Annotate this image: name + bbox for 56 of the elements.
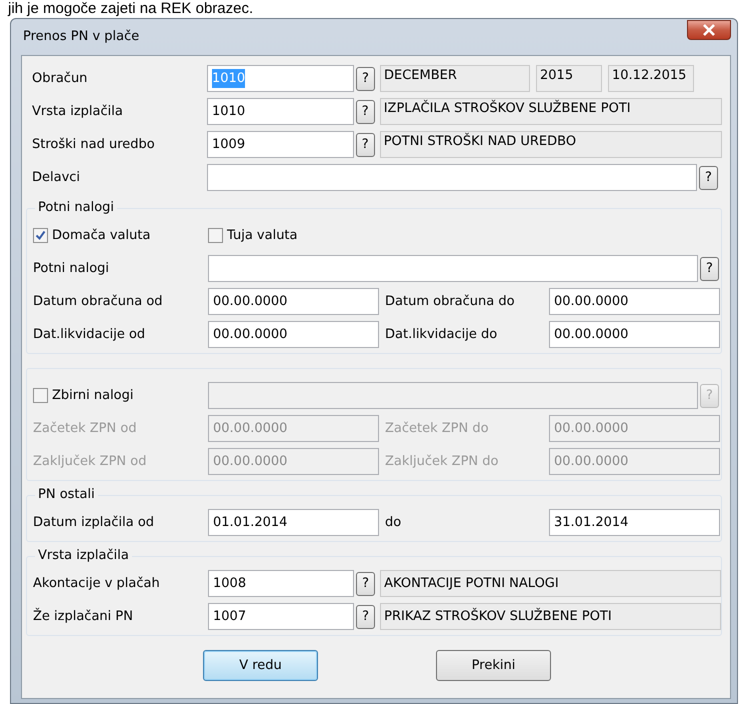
info-field: POTNI STROŠKI NAD UREDBO <box>380 131 722 158</box>
checkbox[interactable] <box>33 228 48 243</box>
field-label: Zaključek ZPN do <box>384 452 500 471</box>
dialog-button[interactable]: V redu <box>203 650 318 681</box>
input-field[interactable]: 31.01.2014 <box>549 509 720 536</box>
field-label: Datum obračuna do <box>384 292 516 311</box>
info-field: DECEMBER <box>380 65 530 92</box>
info-field: IZPLAČILA STROŠKOV SLUŽBENE POTI <box>380 98 722 125</box>
checkbox-label: Zbirni nalogi <box>52 386 134 405</box>
close-button[interactable] <box>687 20 731 40</box>
input-field[interactable]: 00.00.0000 <box>549 321 720 348</box>
dialog-button[interactable]: Prekini <box>436 650 551 681</box>
info-field: 10.12.2015 <box>608 65 694 92</box>
input-field[interactable]: 1008 <box>208 570 354 597</box>
group-title: Vrsta izplačila <box>35 547 132 565</box>
field-label: Dat.likvidacije od <box>33 326 146 344</box>
lookup-button[interactable]: ? <box>356 604 376 628</box>
lookup-button[interactable]: ? <box>356 132 375 156</box>
field-label: Obračun <box>32 70 88 88</box>
field-label: Začetek ZPN od <box>33 420 138 438</box>
info-field: AKONTACIJE POTNI NALOGI <box>380 570 721 597</box>
input-field[interactable]: 1009 <box>207 131 354 158</box>
page-text: jih je mogoče zajeti na REK obrazec. <box>6 0 254 17</box>
field-label: Začetek ZPN do <box>384 420 490 438</box>
lookup-button[interactable]: ? <box>700 256 719 280</box>
field-label: Datum izplačila od <box>33 514 156 532</box>
input-field[interactable]: 01.01.2014 <box>208 509 379 536</box>
checkbox-label: Domača valuta <box>52 226 150 245</box>
input-field[interactable]: 1010 <box>207 98 354 125</box>
field-label: Delavci <box>32 168 82 187</box>
close-icon <box>702 24 716 36</box>
field-label: Vrsta izplačila <box>32 102 124 121</box>
field-label: Zaključek ZPN od <box>33 452 148 471</box>
input-field[interactable]: 00.00.0000 <box>208 288 379 315</box>
field-label: Potni nalogi <box>33 260 110 278</box>
checkbox-label: Tuja valuta <box>227 226 298 245</box>
group-title: Potni nalogi <box>35 199 118 217</box>
input-field[interactable]: 1007 <box>208 603 354 630</box>
info-field: PRIKAZ STROŠKOV SLUŽBENE POTI <box>380 603 721 630</box>
field-label: Stroški nad uredbo <box>32 136 156 154</box>
field-label: Že izplačani PN <box>33 606 134 626</box>
window-title: Prenos PN v plače <box>22 28 140 46</box>
lookup-button[interactable]: ? <box>356 572 376 596</box>
checkbox[interactable] <box>208 228 223 243</box>
lookup-button[interactable]: ? <box>356 100 375 124</box>
field-label: Datum obračuna od <box>33 292 164 311</box>
field-label: Dat.likvidacije do <box>384 326 498 344</box>
lookup-button[interactable]: ? <box>699 166 718 190</box>
info-field: 2015 <box>536 65 602 92</box>
input-field[interactable] <box>208 255 698 282</box>
field-label: Akontacije v plačah <box>33 574 161 593</box>
input-field[interactable]: 00.00.0000 <box>549 288 720 315</box>
lookup-button[interactable]: ? <box>356 66 375 90</box>
field-label: do <box>384 514 402 532</box>
input-field[interactable]: 00.00.0000 <box>208 321 379 348</box>
input-field[interactable] <box>207 164 697 191</box>
